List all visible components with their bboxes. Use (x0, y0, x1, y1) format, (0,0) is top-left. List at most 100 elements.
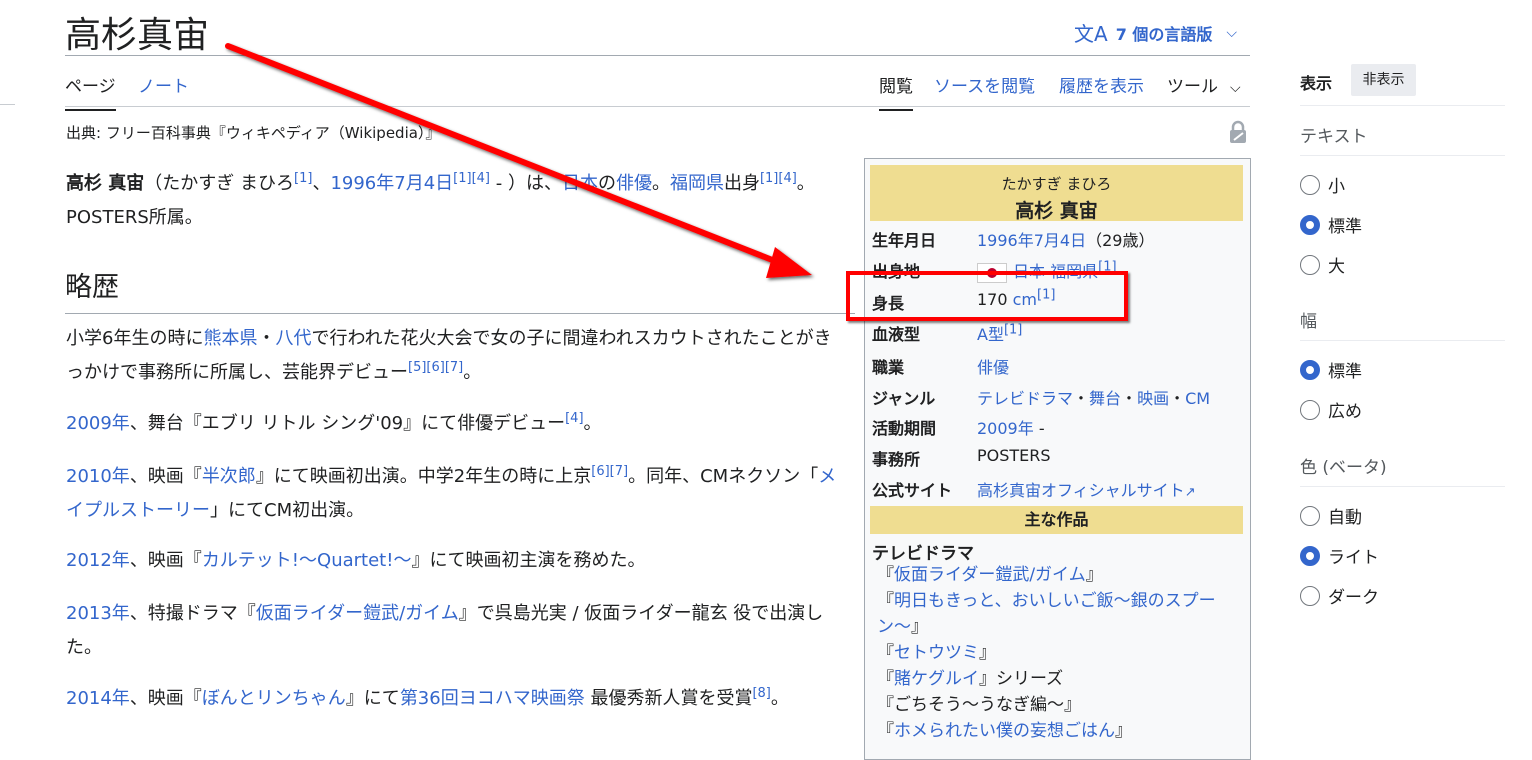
work-item: 『セトウツミ』 (877, 643, 996, 663)
separator: ・ (1121, 389, 1138, 408)
work-link[interactable]: ホメられたい僕の妄想ごはん (894, 721, 1115, 741)
left-divider (0, 104, 15, 105)
ref-link[interactable]: [1] (294, 171, 312, 186)
row-label: 職業 (872, 358, 905, 377)
cm-link[interactable]: CM (1185, 389, 1210, 408)
radio-color-light[interactable]: ライト (1300, 543, 1379, 568)
radio-label: 標準 (1328, 362, 1362, 382)
radio-circle[interactable] (1300, 214, 1320, 235)
ref-link[interactable]: [1] (1004, 323, 1022, 338)
film-link[interactable]: カルテット!〜Quartet!〜 (202, 550, 412, 571)
paragraph: 小学6年生の時に熊本県・八代で行われた花火大会で女の子に間違われスカウトされたこ… (66, 322, 841, 390)
radio-label: 大 (1328, 257, 1345, 277)
paragraph: 2010年、映画『半次郎』にて映画初出演。中学2年生の時に上京[6][7]。同年… (66, 460, 841, 528)
work-link[interactable]: 仮面ライダー鎧武/ガイム (894, 565, 1086, 585)
work-item: 『賭ケグルイ』シリーズ (877, 669, 1064, 689)
radio-width-standard[interactable]: 標準 (1300, 357, 1362, 382)
radio-text-standard[interactable]: 標準 (1300, 212, 1362, 237)
tab-talk[interactable]: ノート (138, 72, 189, 109)
work-link[interactable]: セトウツミ (894, 643, 979, 663)
lock-icon[interactable] (1228, 120, 1248, 144)
tabs-divider (65, 106, 1250, 107)
birthdate-link[interactable]: 1996年7月4日 (330, 173, 453, 194)
award-link[interactable]: 第36回ヨコハマ映画祭 (400, 688, 585, 709)
official-site-link[interactable]: 高杉真宙オフィシャルサイト (977, 481, 1185, 500)
work-item: 『明日もきっと、おいしいご飯〜銀のスプーン〜』 (877, 591, 1216, 637)
radio-circle[interactable] (1300, 505, 1320, 526)
hide-button[interactable]: 非表示 (1351, 64, 1416, 96)
film-link[interactable]: ぼんとリンちゃん (202, 688, 346, 709)
row-label: 公式サイト (872, 481, 953, 500)
work-link[interactable]: 賭ケグルイ (894, 669, 979, 689)
birthdate-link[interactable]: 1996年7月4日 (977, 231, 1086, 250)
radio-text-small[interactable]: 小 (1300, 172, 1345, 197)
paragraph: 2014年、映画『ぼんとリンちゃん』にて第36回ヨコハマ映画祭 最優秀新人賞を受… (66, 682, 841, 716)
language-button[interactable]: 文A 7 個の言語版 ⌵ (1074, 18, 1237, 47)
text: 。 (770, 688, 789, 709)
text: 小学6年生の時に (66, 328, 204, 349)
row-label: 事務所 (872, 450, 921, 469)
tv-drama-link[interactable]: テレビドラマ (977, 389, 1073, 408)
work-item: 『仮面ライダー鎧武/ガイム』 (877, 565, 1103, 585)
sidebar-divider (1300, 486, 1505, 487)
text: 。 (583, 413, 602, 434)
radio-circle[interactable] (1300, 359, 1320, 380)
section-heading: 略歴 (65, 272, 119, 303)
radio-color-dark[interactable]: ダーク (1300, 583, 1379, 608)
radio-width-wide[interactable]: 広め (1300, 397, 1362, 422)
ref-link[interactable]: [1][4] (760, 171, 797, 186)
film-link[interactable]: 映画 (1137, 389, 1169, 408)
ref-link[interactable]: [6][7] (591, 464, 628, 479)
year-link[interactable]: 2012年 (66, 550, 130, 571)
fukuoka-link[interactable]: 福岡県 (670, 173, 724, 194)
tab-view-source[interactable]: ソースを閲覧 (934, 72, 1035, 109)
radio-circle[interactable] (1300, 545, 1320, 566)
width-heading: 幅 (1300, 312, 1317, 332)
japan-link[interactable]: 日本 (562, 173, 598, 194)
row-label: 生年月日 (872, 231, 937, 250)
stage-link[interactable]: 舞台 (1089, 389, 1121, 408)
paragraph: 2013年、特撮ドラマ『仮面ライダー鎧武/ガイム』で呉島光実 / 仮面ライダー龍… (66, 597, 841, 665)
works-header: 主な作品 (870, 506, 1243, 534)
year-link[interactable]: 2010年 (66, 466, 130, 487)
drama-link[interactable]: 仮面ライダー鎧武/ガイム (256, 603, 459, 624)
radio-label: 標準 (1328, 217, 1362, 237)
ref-link[interactable]: [1][4] (453, 171, 490, 186)
blood-type-link[interactable]: A型 (977, 325, 1004, 344)
appearance-title: 表示 (1300, 74, 1333, 93)
ref-link[interactable]: [5][6][7] (408, 360, 463, 375)
text: 、舞台『エブリ リトル シング'09』にて俳優デビュー (129, 413, 566, 434)
tools-label: ツール (1167, 77, 1218, 97)
page-title: 高杉真宙 (65, 15, 210, 56)
row-label: 血液型 (872, 325, 921, 344)
radio-label: 自動 (1328, 508, 1362, 528)
kumamoto-link[interactable]: 熊本県 (203, 328, 257, 349)
tab-tools[interactable]: ツール ⌵ (1167, 72, 1241, 109)
film-link[interactable]: 半次郎 (202, 466, 256, 487)
year-link[interactable]: 2014年 (66, 688, 130, 709)
ref-link[interactable]: [8] (752, 686, 770, 701)
tab-history[interactable]: 履歴を表示 (1059, 72, 1144, 109)
year-link[interactable]: 2013年 (66, 603, 130, 624)
radio-circle[interactable] (1300, 254, 1320, 275)
separator: ・ (1073, 389, 1090, 408)
radio-color-auto[interactable]: 自動 (1300, 503, 1362, 528)
radio-circle[interactable] (1300, 585, 1320, 606)
actor-link[interactable]: 俳優 (977, 358, 1009, 377)
sidebar-divider (1300, 340, 1505, 341)
radio-circle[interactable] (1300, 174, 1320, 195)
infobox-name: 高杉 真宙 (1015, 200, 1098, 222)
radio-text-large[interactable]: 大 (1300, 252, 1345, 277)
separator: ・ (1169, 389, 1186, 408)
text: の (597, 173, 616, 194)
chevron-down-icon: ⌵ (1226, 24, 1238, 41)
text: 出身 (723, 173, 760, 194)
year-link[interactable]: 2009年 (977, 419, 1034, 438)
work-item: 『ごちそう〜うなぎ編〜』 (877, 695, 1081, 715)
actor-link[interactable]: 俳優 (616, 173, 652, 194)
yatsushiro-link[interactable]: 八代 (275, 328, 311, 349)
ref-link[interactable]: [4] (565, 411, 583, 426)
radio-circle[interactable] (1300, 399, 1320, 420)
year-link[interactable]: 2009年 (66, 413, 130, 434)
paragraph: 2012年、映画『カルテット!〜Quartet!〜』にて映画初主演を務めた。 (66, 544, 841, 578)
